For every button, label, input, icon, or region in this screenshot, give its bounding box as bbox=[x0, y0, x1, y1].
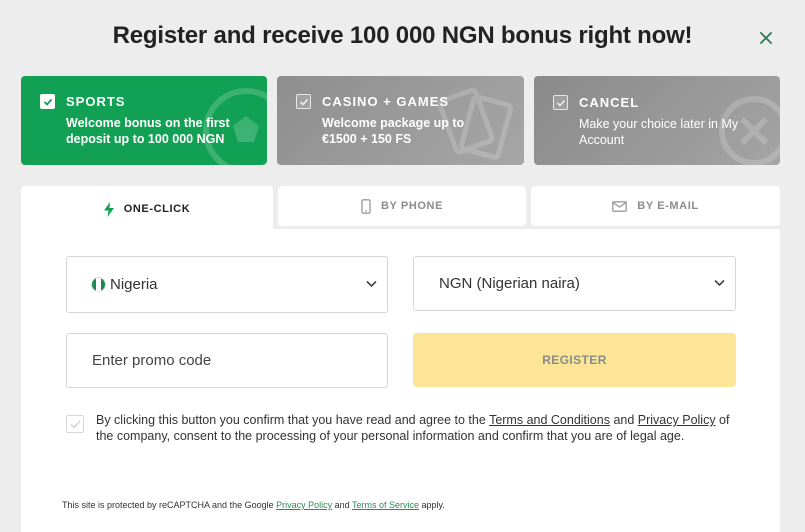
consent-text-before: By clicking this button you confirm that… bbox=[96, 413, 490, 427]
terms-link[interactable]: Terms and Conditions bbox=[489, 413, 610, 427]
phone-icon bbox=[361, 198, 371, 214]
recaptcha-text-and: and bbox=[332, 500, 352, 510]
casino-checkbox[interactable] bbox=[296, 94, 311, 109]
close-button[interactable] bbox=[754, 26, 778, 50]
tab-by-email-label: BY E-MAIL bbox=[637, 200, 699, 212]
chevron-down-icon bbox=[366, 280, 377, 287]
registration-modal: Register and receive 100 000 NGN bonus r… bbox=[0, 0, 805, 532]
checkmark-icon bbox=[556, 99, 565, 107]
modal-title: Register and receive 100 000 NGN bonus r… bbox=[112, 22, 693, 49]
sports-checkbox[interactable] bbox=[40, 94, 55, 109]
checkmark-icon bbox=[299, 98, 308, 106]
consent-text: By clicking this button you confirm that… bbox=[96, 412, 746, 444]
promo-code-input[interactable] bbox=[66, 333, 388, 388]
recaptcha-text-after: apply. bbox=[419, 500, 445, 510]
lightning-icon bbox=[103, 201, 114, 217]
tab-one-click[interactable]: ONE-CLICK bbox=[21, 186, 273, 232]
checkmark-icon bbox=[43, 98, 52, 106]
sports-description: Welcome bonus on the first deposit up to… bbox=[66, 116, 230, 146]
google-terms-link[interactable]: Terms of Service bbox=[352, 500, 419, 510]
tab-one-click-label: ONE-CLICK bbox=[123, 203, 191, 215]
tab-by-phone[interactable]: BY PHONE bbox=[278, 186, 526, 226]
cancel-title: CANCEL bbox=[579, 95, 640, 110]
currency-select[interactable]: NGN (Nigerian naira) bbox=[413, 256, 736, 311]
nigeria-flag-icon bbox=[91, 277, 106, 292]
register-button[interactable]: REGISTER bbox=[413, 333, 736, 387]
country-select[interactable]: Nigeria bbox=[66, 256, 388, 313]
currency-value: NGN (Nigerian naira) bbox=[439, 275, 580, 292]
agree-checkbox[interactable] bbox=[66, 415, 84, 433]
sports-title: SPORTS bbox=[66, 94, 126, 109]
casino-description: Welcome package up to €1500 + 150 FS bbox=[322, 116, 465, 146]
close-icon bbox=[760, 32, 772, 44]
consent-text-and: and bbox=[609, 413, 638, 427]
recaptcha-text-before: This site is protected by reCAPTCHA and … bbox=[62, 500, 277, 510]
bonus-card-cancel[interactable]: CANCEL Make your choice later in My Acco… bbox=[534, 76, 780, 165]
tab-by-phone-label: BY PHONE bbox=[380, 200, 444, 212]
casino-title: CASINO + GAMES bbox=[322, 94, 450, 109]
recaptcha-notice: This site is protected by reCAPTCHA and … bbox=[62, 500, 445, 510]
privacy-policy-link[interactable]: Privacy Policy bbox=[638, 413, 716, 427]
bonus-card-casino[interactable]: CASINO + GAMES Welcome package up to €15… bbox=[277, 76, 524, 165]
envelope-icon bbox=[612, 200, 628, 212]
cancel-description: Make your choice later in My Account bbox=[579, 117, 739, 147]
bonus-card-sports[interactable]: SPORTS Welcome bonus on the first deposi… bbox=[21, 76, 267, 165]
country-value: Nigeria bbox=[110, 276, 158, 293]
cancel-checkbox[interactable] bbox=[553, 95, 568, 110]
checkmark-icon bbox=[70, 420, 81, 429]
google-privacy-link[interactable]: Privacy Policy bbox=[276, 500, 332, 510]
tab-by-email[interactable]: BY E-MAIL bbox=[531, 186, 780, 226]
chevron-down-icon bbox=[714, 279, 725, 286]
